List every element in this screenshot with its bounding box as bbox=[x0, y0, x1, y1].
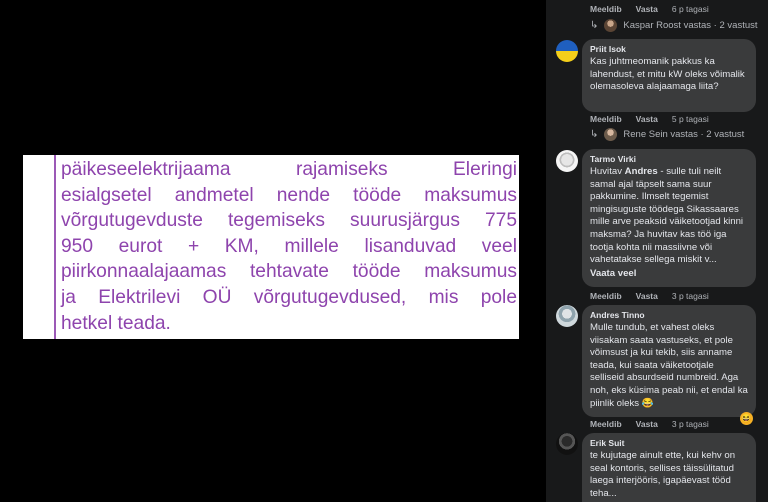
like-button[interactable]: Meeldib bbox=[590, 4, 622, 14]
document-line: esialgsetel andmetel nende tööde maksumu… bbox=[61, 184, 517, 206]
comment-text: Huvitav Andres - sulle tuli neilt samal … bbox=[590, 166, 748, 267]
avatar[interactable] bbox=[556, 433, 578, 455]
avatar[interactable] bbox=[556, 150, 578, 172]
replies-summary[interactable]: Kaspar Roost vastas · 2 vastust bbox=[623, 20, 757, 31]
avatar bbox=[604, 19, 618, 32]
document-line: ja Elektrilevi OÜ võrgutugevdused, mis p… bbox=[61, 286, 517, 308]
comment-author[interactable]: Erik Suit bbox=[590, 438, 748, 448]
avatar[interactable] bbox=[556, 305, 578, 327]
reply-arrow-icon: ↳ bbox=[590, 20, 599, 31]
comment-author[interactable]: Andres Tinno bbox=[590, 310, 748, 320]
document-line: 950 eurot + KM, millele lisanduvad veel bbox=[61, 235, 517, 257]
comment-bubble: Andres Tinno Mulle tundub, et vahest ole… bbox=[582, 305, 756, 417]
document-text: päikeseelektrijaama rajamiseks Eleringi … bbox=[61, 157, 517, 336]
comment-bubble: Tarmo Virki Huvitav Andres - sulle tuli … bbox=[582, 149, 756, 287]
photo-viewer: päikeseelektrijaama rajamiseks Eleringi … bbox=[0, 0, 546, 502]
avatar[interactable] bbox=[556, 40, 578, 62]
comment-timestamp: 3 p tagasi bbox=[671, 419, 709, 429]
like-button[interactable]: Meeldib bbox=[590, 419, 622, 429]
comment-timestamp: 3 p tagasi bbox=[671, 291, 709, 301]
comment-author[interactable]: Tarmo Virki bbox=[590, 154, 748, 164]
view-replies-link[interactable]: ↳ Rene Sein vastas · 2 vastust bbox=[590, 128, 744, 141]
haha-reaction-icon[interactable]: 😆 bbox=[740, 412, 753, 425]
comment-bubble: Priit Isok Kas juhtmeomanik pakkus ka la… bbox=[582, 39, 756, 112]
comment-text: te kujutage ainult ette, kui kehv on sea… bbox=[590, 450, 736, 499]
comment-text: Kas juhtmeomanik pakkus ka lahendust, et… bbox=[590, 56, 745, 93]
comment-timestamp: 6 p tagasi bbox=[671, 4, 709, 14]
comment-text-part: Huvitav bbox=[590, 166, 625, 177]
see-more-link[interactable]: Vaata veel bbox=[590, 268, 748, 279]
document-line: võrgutugevduste tegemiseks suurusjärgus … bbox=[61, 210, 517, 232]
avatar bbox=[604, 128, 618, 141]
reply-button[interactable]: Vasta bbox=[636, 4, 658, 14]
document-image: päikeseelektrijaama rajamiseks Eleringi … bbox=[23, 155, 519, 339]
comment-timestamp: 5 p tagasi bbox=[671, 114, 709, 124]
comment-actions: Meeldib Vasta 3 p tagasi bbox=[590, 419, 709, 429]
comment-text: Mulle tundub, et vahest oleks viisakam s… bbox=[590, 322, 748, 409]
comment-actions: Meeldib Vasta 3 p tagasi bbox=[590, 291, 709, 301]
comment-bubble: Erik Suit te kujutage ainult ette, kui k… bbox=[582, 433, 756, 502]
reply-arrow-icon: ↳ bbox=[590, 129, 599, 140]
like-button[interactable]: Meeldib bbox=[590, 291, 622, 301]
comment-actions: Meeldib Vasta 6 p tagasi bbox=[590, 4, 709, 14]
reply-button[interactable]: Vasta bbox=[636, 114, 658, 124]
document-margin-rule bbox=[54, 155, 56, 339]
reply-button[interactable]: Vasta bbox=[636, 419, 658, 429]
comment-text-part: - sulle tuli neilt samal ajal täpselt sa… bbox=[590, 166, 744, 266]
view-replies-link[interactable]: ↳ Kaspar Roost vastas · 2 vastust bbox=[590, 19, 758, 32]
mention-tag[interactable]: Andres bbox=[625, 166, 658, 177]
comment-author[interactable]: Priit Isok bbox=[590, 44, 748, 54]
replies-summary[interactable]: Rene Sein vastas · 2 vastust bbox=[623, 129, 744, 140]
comment-actions: Meeldib Vasta 5 p tagasi bbox=[590, 114, 709, 124]
comments-panel[interactable]: Meeldib Vasta 6 p tagasi ↳ Kaspar Roost … bbox=[546, 0, 768, 502]
document-line: päikeseelektrijaama rajamiseks Eleringi bbox=[61, 159, 517, 180]
document-line: piirkonnaalajaamas tehtavate tööde maksu… bbox=[61, 261, 517, 283]
document-line: hetkel teada. bbox=[61, 312, 171, 334]
reply-button[interactable]: Vasta bbox=[636, 291, 658, 301]
like-button[interactable]: Meeldib bbox=[590, 114, 622, 124]
